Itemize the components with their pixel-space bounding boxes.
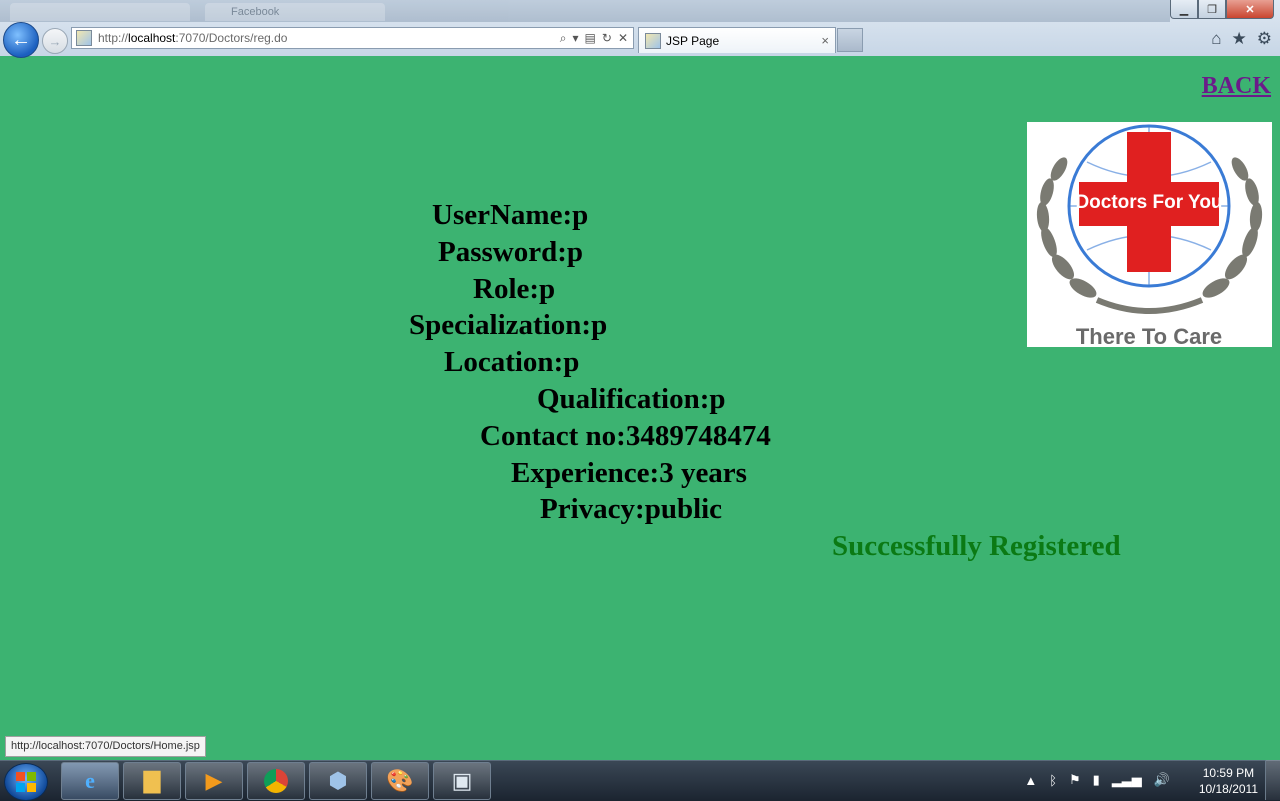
search-icon[interactable]: ⌕ [560,31,567,46]
field-username: UserName:p [432,199,589,231]
field-qualification: Qualification:p [537,383,726,415]
field-value: 3 years [659,457,747,489]
minimize-button[interactable]: ▁ [1170,0,1198,19]
back-button[interactable]: ← [3,22,39,58]
field-specialization: Specialization:p [409,309,608,341]
document-window-icon: ▣ [451,768,473,793]
new-tab-button[interactable] [837,28,863,52]
compatibility-icon[interactable]: ▤ [585,31,596,46]
field-value: p [572,199,589,231]
field-label: Role [473,273,530,305]
tab-title: JSP Page [666,33,720,48]
internet-explorer-icon: e [85,768,95,793]
window-controls: ▁ ❐ ✕ [1170,0,1274,19]
field-label: Privacy [540,493,636,525]
logo-graphic: Doctors For You There To Care [1036,124,1263,347]
windows-logo-icon [16,772,25,781]
network-signal-icon[interactable]: ▂▃▅ [1112,772,1142,788]
field-location: Location:p [444,346,580,378]
taskbar-internet-explorer[interactable]: e [61,762,119,800]
taskbar-document-app[interactable]: ▣ [433,762,491,800]
address-url[interactable]: http://localhost:7070/Doctors/reg.do [98,31,560,45]
url-scheme: http:// [98,31,129,45]
system-tray: ▲ ᛒ ⚑ ▮ ▂▃▅ 🔊 [1024,764,1170,796]
field-contact: Contact no:3489748474 [480,420,771,452]
restore-button[interactable]: ❐ [1198,0,1226,19]
taskbar-media-player[interactable]: ▶ [185,762,243,800]
field-value: p [709,383,726,415]
url-host: localhost [128,31,176,45]
taskbar-file-explorer[interactable]: ▇ [123,762,181,800]
address-controls: ⌕ ▾ ▤ ↻ ✕ [560,31,633,46]
field-label: Experience [511,457,650,489]
taskbar-paint[interactable]: 🎨 [371,762,429,800]
field-role: Role:p [473,273,556,305]
refresh-icon[interactable]: ↻ [602,31,612,46]
bluetooth-icon[interactable]: ᛒ [1049,773,1057,788]
logo-title: Doctors For You [1075,192,1222,213]
field-label: Specialization [409,309,582,341]
url-path: :7070/Doctors/reg.do [175,31,288,45]
field-label: Password [438,236,558,268]
clock-time: 10:59 PM [1202,766,1255,780]
field-value: p [566,236,584,268]
home-icon[interactable]: ⌂ [1211,29,1221,49]
taskbar-chrome[interactable] [247,762,305,800]
field-value: p [591,309,608,341]
background-tab-strip: Facebook [0,0,1170,22]
browser-tools: ⌂ ★ ⚙ [1211,29,1272,49]
field-label: UserName [432,199,563,231]
taskbar-clock[interactable]: 10:59 PM 10/18/2011 [1199,765,1258,797]
palette-icon: 🎨 [386,768,414,793]
forward-arrow-icon: → [48,33,62,49]
doctors-for-you-logo: Doctors For You There To Care [1027,122,1272,347]
status-bar-url: http://localhost:7070/Doctors/Home.jsp [5,736,206,757]
background-tab[interactable]: Facebook [205,3,385,21]
field-value: p [563,346,580,378]
volume-icon[interactable]: 🔊 [1154,772,1170,788]
page-favicon-icon [76,30,92,46]
folder-icon: ▇ [143,768,161,793]
field-label: Qualification [537,383,700,415]
power-icon[interactable]: ▮ [1093,772,1100,788]
action-center-flag-icon[interactable]: ⚑ [1069,772,1081,788]
clock-date: 10/18/2011 [1198,782,1258,796]
success-message: Successfully Registered [832,530,1121,562]
field-value: 3489748474 [625,420,771,452]
stop-icon[interactable]: ✕ [618,31,628,46]
cube-icon: ⬢ [328,768,348,793]
field-label: Location [444,346,554,378]
address-bar[interactable]: http://localhost:7070/Doctors/reg.do ⌕ ▾… [71,27,634,49]
show-desktop-button[interactable] [1265,760,1280,800]
media-player-icon: ▶ [205,768,223,793]
start-button[interactable] [4,763,48,801]
field-value: public [644,493,723,525]
gear-icon[interactable]: ⚙ [1257,29,1272,49]
field-privacy: Privacy:public [540,493,723,525]
background-tab[interactable] [10,3,190,21]
back-link[interactable]: BACK [1202,73,1271,100]
logo-tagline: There To Care [1076,324,1222,347]
field-value: p [539,273,556,305]
favorites-star-icon[interactable]: ★ [1232,29,1247,49]
chrome-icon [264,769,288,793]
field-label: Contact no [480,420,617,452]
back-arrow-icon: ← [11,28,31,51]
forward-button[interactable]: → [42,28,68,54]
dropdown-icon[interactable]: ▾ [573,31,579,46]
tab-jsp-page[interactable]: JSP Page × [638,27,836,53]
taskbar-virtualbox[interactable]: ⬢ [309,762,367,800]
field-experience: Experience:3 years [511,457,747,489]
close-window-button[interactable]: ✕ [1226,0,1274,19]
tab-close-icon[interactable]: × [821,33,835,48]
tab-favicon-icon [645,32,661,49]
tray-expand-icon[interactable]: ▲ [1024,773,1037,788]
field-password: Password:p [438,236,584,268]
